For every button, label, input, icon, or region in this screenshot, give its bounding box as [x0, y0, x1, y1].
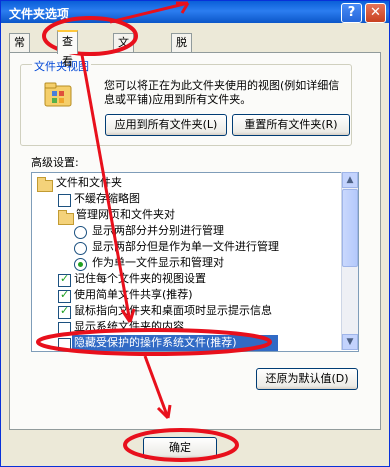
reset-all-button[interactable]: 重置所有文件夹(R) [232, 114, 350, 136]
list-item[interactable]: 显示系统文件夹的内容 [74, 319, 184, 335]
scroll-thumb[interactable] [342, 189, 358, 267]
folder-icon [37, 177, 53, 192]
list-item[interactable]: 显示两部分并分别进行管理 [92, 223, 224, 239]
list-item: 管理网页和文件夹对 [76, 208, 175, 221]
list-item: 文件和文件夹 [56, 176, 122, 189]
list-item[interactable]: 鼠标指向文件夹和桌面项时显示提示信息 [74, 303, 272, 319]
advanced-settings-label: 高级设置: [31, 156, 79, 169]
list-item[interactable]: 作为单一文件显示和管理对 [92, 255, 224, 271]
list-item[interactable]: 使用简单文件共享(推荐) [74, 287, 193, 303]
simple-sharing-checkbox[interactable] [58, 288, 71, 303]
list-item[interactable]: 记住每个文件夹的视图设置 [74, 271, 206, 287]
vertical-scrollbar[interactable]: ▲ ▼ [341, 172, 358, 350]
list-item-selected[interactable]: 隐藏受保护的操作系统文件(推荐) [74, 335, 237, 351]
folder-icon [58, 210, 74, 225]
radio-single-file-manage[interactable] [74, 258, 87, 271]
show-tooltip-checkbox[interactable] [58, 304, 71, 319]
remember-view-checkbox[interactable] [58, 272, 71, 287]
apply-to-all-button[interactable]: 应用到所有文件夹(L) [105, 114, 227, 136]
list-item[interactable]: 显示两部分但是作为单一文件进行管理 [92, 239, 279, 255]
tab-general[interactable]: 常规 [9, 33, 30, 67]
scroll-up-arrow-icon[interactable]: ▲ [342, 172, 358, 188]
tab-view[interactable]: 查看 [57, 30, 78, 68]
tab-file-types[interactable]: 文件类型 [113, 33, 134, 103]
scroll-down-arrow-icon[interactable]: ▼ [342, 334, 358, 350]
radio-show-single-file[interactable] [74, 242, 87, 255]
list-item[interactable]: 不缓存缩略图 [74, 191, 140, 207]
close-button[interactable]: ✕ [365, 3, 386, 23]
folder-views-description: 您可以将正在为此文件夹使用的视图(例如详细信息或平铺)应用到所有文件夹。 [104, 79, 340, 106]
hide-protected-files-checkbox[interactable] [58, 338, 71, 351]
advanced-settings-list[interactable]: 文件和文件夹 不缓存缩略图 管理网页和文件夹对 显示两部分并分别进行管理 显示两… [31, 172, 359, 352]
folder-view-icon [44, 82, 72, 107]
title-bar[interactable]: 文件夹选项 ? ✕ [1, 1, 389, 23]
window-title: 文件夹选项 [9, 7, 70, 21]
no-thumbnail-cache-checkbox[interactable] [58, 194, 71, 207]
restore-defaults-button[interactable]: 还原为默认值(D) [256, 368, 358, 390]
ok-button[interactable]: 确定 [143, 437, 217, 459]
help-button[interactable]: ? [341, 3, 362, 23]
show-system-folder-checkbox[interactable] [58, 322, 71, 335]
radio-show-separate[interactable] [74, 226, 87, 239]
tab-offline-files[interactable]: 脱机文件 [171, 33, 192, 103]
